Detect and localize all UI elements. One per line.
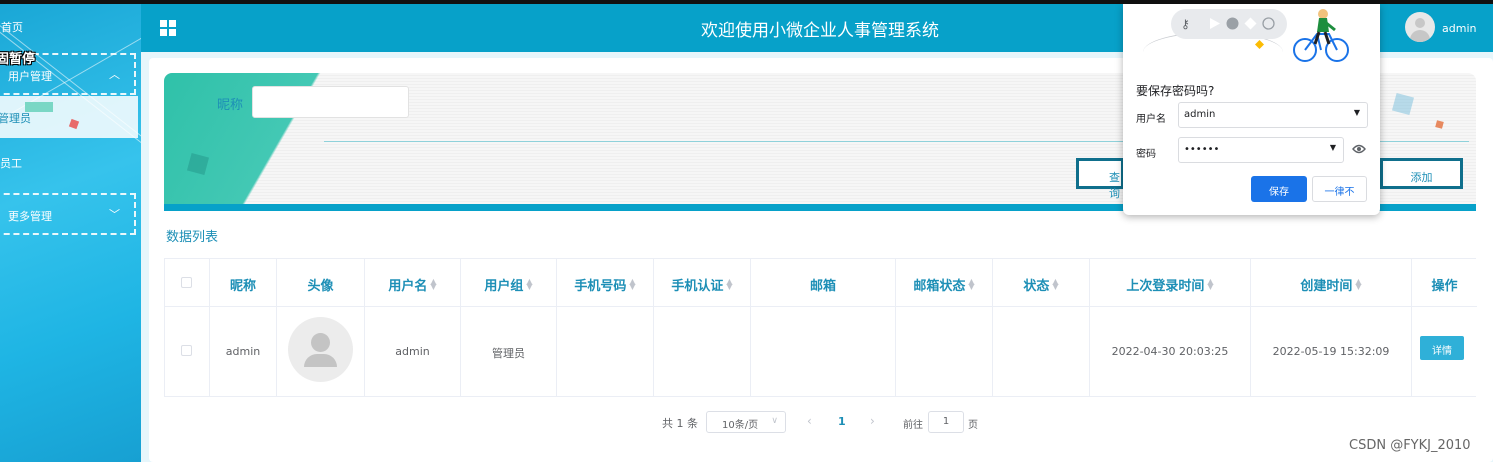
popup-username-label: 用户名 bbox=[1136, 114, 1166, 125]
chevron-up-icon: ︿ bbox=[109, 68, 120, 81]
decor-shape bbox=[25, 102, 53, 112]
page-size-select[interactable]: 10条/页 ∨ bbox=[706, 411, 786, 433]
column-header-created[interactable]: 创建时间 ▲ ▼ bbox=[1251, 259, 1412, 307]
table-cell-action: 详情 bbox=[1412, 307, 1477, 396]
table-cell-avatar bbox=[277, 307, 365, 396]
nickname-label: 昵称 bbox=[217, 98, 244, 113]
watermark: CSDN @FYKJ_2010 bbox=[1349, 438, 1471, 453]
column-header-email-status[interactable]: 邮箱状态 ▲ ▼ bbox=[896, 259, 993, 307]
chevron-down-icon: ﹀ bbox=[109, 208, 120, 221]
sidebar-item-admin[interactable]: 管理员 bbox=[0, 96, 138, 138]
prev-page-icon[interactable]: ‹ bbox=[807, 414, 812, 428]
chevron-down-icon: ∨ bbox=[771, 416, 778, 426]
row-checkbox[interactable] bbox=[181, 345, 192, 356]
data-list-title: 数据列表 bbox=[166, 230, 219, 245]
caret-down-icon: ▼ bbox=[1329, 143, 1336, 152]
sort-icon[interactable]: ▲ ▼ bbox=[726, 278, 732, 291]
popup-password-value: •••••• bbox=[1184, 144, 1220, 155]
never-save-button[interactable]: 一律不 bbox=[1312, 176, 1367, 202]
table-row-select bbox=[165, 307, 210, 396]
table-cell-nickname: admin bbox=[210, 307, 277, 396]
column-header-nickname[interactable]: 昵称 bbox=[210, 259, 277, 307]
table-cell-created: 2022-05-19 15:32:09 bbox=[1251, 307, 1412, 396]
column-header-avatar: 头像 bbox=[277, 259, 365, 307]
page-unit-label: 页 bbox=[968, 420, 978, 431]
table-cell-last-login: 2022-04-30 20:03:25 bbox=[1090, 307, 1251, 396]
nickname-input[interactable] bbox=[252, 86, 409, 118]
avatar bbox=[288, 317, 353, 382]
goto-label: 前往 bbox=[903, 420, 923, 431]
diamond-icon bbox=[1244, 17, 1257, 30]
caret-down-icon: ▼ bbox=[1353, 108, 1360, 117]
sort-icon[interactable]: ▲ ▼ bbox=[1052, 278, 1058, 291]
table-cell-username: admin bbox=[365, 307, 461, 396]
decor-diamond bbox=[1255, 40, 1264, 49]
sort-icon[interactable]: ▲ ▼ bbox=[430, 278, 436, 291]
current-page-number[interactable]: 1 bbox=[838, 415, 846, 428]
sidebar-item-label: 管理员 bbox=[0, 112, 31, 125]
sidebar-group-more-management[interactable]: 更多管理 ﹀ bbox=[0, 193, 136, 235]
add-button[interactable]: 添加 bbox=[1380, 158, 1463, 189]
eye-icon[interactable] bbox=[1352, 144, 1366, 154]
query-button[interactable]: 查询 bbox=[1076, 158, 1124, 200]
table-cell-group: 管理员 bbox=[461, 307, 557, 396]
goto-page-input[interactable]: 1 bbox=[928, 411, 964, 433]
page-size-value: 10条/页 bbox=[722, 420, 759, 431]
header-username[interactable]: admin bbox=[1442, 22, 1476, 35]
table-cell-email bbox=[751, 307, 896, 396]
sidebar-group-label: 用户管理 bbox=[8, 70, 52, 83]
sort-icon[interactable]: ▲ ▼ bbox=[526, 278, 532, 291]
banner-decor bbox=[1435, 120, 1444, 129]
column-header-action: 操作 bbox=[1412, 259, 1477, 307]
circle-outline-icon bbox=[1262, 17, 1275, 30]
save-password-button[interactable]: 保存 bbox=[1251, 176, 1307, 202]
avatar[interactable] bbox=[1405, 12, 1435, 42]
column-header-email: 邮箱 bbox=[751, 259, 896, 307]
column-header-username[interactable]: 用户名 ▲ ▼ bbox=[365, 259, 461, 307]
table-cell-phone bbox=[557, 307, 654, 396]
play-icon bbox=[1210, 18, 1220, 29]
detail-button[interactable]: 详情 bbox=[1420, 336, 1464, 360]
sort-icon[interactable]: ▲ ▼ bbox=[968, 278, 974, 291]
popup-username-select[interactable]: admin ▼ bbox=[1178, 102, 1368, 128]
data-table: 昵称 头像 用户名 ▲ ▼ 用户组 ▲ ▼ 手机号码 ▲ ▼ 手机认证 ▲ ▼ 邮箱 邮箱状态 ▲… bbox=[164, 258, 1477, 397]
column-header-phone-verified[interactable]: 手机认证 ▲ ▼ bbox=[654, 259, 751, 307]
sidebar: 首页 用户管理 ︿ 管理员 员工 更多管理 ﹀ 固暂停 bbox=[0, 4, 141, 462]
popup-password-label: 密码 bbox=[1136, 149, 1156, 160]
pagination-total: 共 1 条 bbox=[662, 417, 698, 430]
select-all-header bbox=[165, 259, 210, 307]
sidebar-item-staff[interactable]: 员工 bbox=[0, 155, 22, 171]
popup-password-select[interactable]: •••••• ▼ bbox=[1178, 137, 1344, 163]
popup-title: 要保存密码吗? bbox=[1136, 84, 1215, 98]
cyclist-illustration-icon bbox=[1293, 9, 1349, 62]
select-all-checkbox[interactable] bbox=[181, 277, 192, 288]
banner-decor bbox=[1391, 92, 1415, 116]
table-cell-email-status bbox=[896, 307, 993, 396]
key-icon: ⚷ bbox=[1181, 17, 1190, 31]
column-header-group[interactable]: 用户组 ▲ ▼ bbox=[461, 259, 557, 307]
column-header-last-login[interactable]: 上次登录时间 ▲ ▼ bbox=[1090, 259, 1251, 307]
sort-icon[interactable]: ▲ ▼ bbox=[1355, 278, 1361, 291]
table-cell-phone-verified bbox=[654, 307, 751, 396]
sidebar-group-label: 更多管理 bbox=[8, 210, 52, 223]
save-password-popup: ⚷ 要保存密码吗? 用户名 admin ▼ 密码 •••••• ▼ 保存 一律不 bbox=[1123, 4, 1380, 215]
overlay-tooltip: 固暂停 bbox=[0, 52, 36, 67]
next-page-icon[interactable]: › bbox=[870, 414, 875, 428]
column-header-phone[interactable]: 手机号码 ▲ ▼ bbox=[557, 259, 654, 307]
table-cell-status bbox=[993, 307, 1090, 396]
sidebar-item-home[interactable]: 首页 bbox=[1, 19, 23, 35]
dot-icon bbox=[1226, 17, 1239, 30]
sort-icon[interactable]: ▲ ▼ bbox=[629, 278, 635, 291]
column-header-status[interactable]: 状态 ▲ ▼ bbox=[993, 259, 1090, 307]
popup-username-value: admin bbox=[1184, 109, 1216, 120]
decor-shape bbox=[68, 118, 80, 130]
sort-icon[interactable]: ▲ ▼ bbox=[1207, 278, 1213, 291]
